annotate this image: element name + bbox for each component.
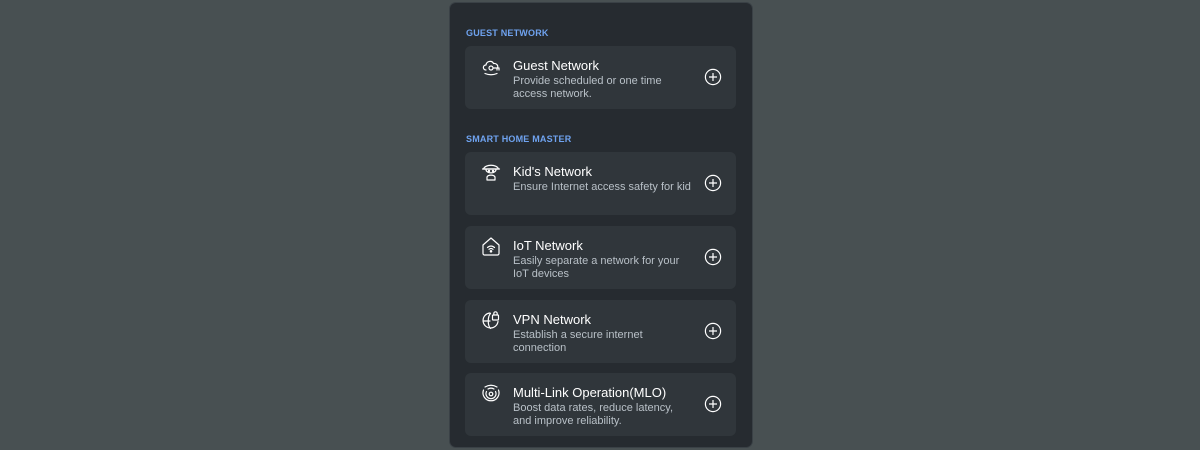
mlo-icon bbox=[480, 382, 502, 404]
card-description: Easily separate a network for your IoT d… bbox=[513, 255, 680, 280]
section-title-smart-home-master: SMART HOME MASTER bbox=[466, 134, 572, 144]
add-icon[interactable] bbox=[704, 395, 722, 413]
card-guest-network[interactable]: Guest Network Provide scheduled or one t… bbox=[465, 46, 736, 109]
card-title: Multi-Link Operation(MLO) bbox=[513, 385, 667, 400]
card-description: Ensure Internet access safety for kid bbox=[513, 181, 691, 193]
iot-network-icon bbox=[480, 235, 502, 257]
guest-network-icon bbox=[480, 55, 502, 77]
card-title: Kid's Network bbox=[513, 164, 593, 179]
card-description: Provide scheduled or one time access net… bbox=[513, 75, 662, 100]
card-mlo[interactable]: Multi-Link Operation(MLO) Boost data rat… bbox=[465, 373, 736, 436]
add-icon[interactable] bbox=[704, 68, 722, 86]
vpn-network-icon bbox=[480, 309, 502, 331]
card-kids-network[interactable]: Kid's Network Ensure Internet access saf… bbox=[465, 152, 736, 215]
card-title: VPN Network bbox=[513, 312, 592, 327]
section-title-guest-network: GUEST NETWORK bbox=[466, 28, 549, 38]
kids-network-icon bbox=[480, 161, 502, 183]
network-panel: GUEST NETWORK Guest Network Provide sche… bbox=[450, 3, 752, 447]
card-description: Establish a secure internet connection bbox=[513, 329, 643, 354]
card-title: IoT Network bbox=[513, 238, 583, 253]
card-title: Guest Network bbox=[513, 58, 599, 73]
add-icon[interactable] bbox=[704, 248, 722, 266]
card-iot-network[interactable]: IoT Network Easily separate a network fo… bbox=[465, 226, 736, 289]
card-vpn-network[interactable]: VPN Network Establish a secure internet … bbox=[465, 300, 736, 363]
add-icon[interactable] bbox=[704, 322, 722, 340]
add-icon[interactable] bbox=[704, 174, 722, 192]
card-description: Boost data rates, reduce latency, and im… bbox=[513, 402, 673, 427]
